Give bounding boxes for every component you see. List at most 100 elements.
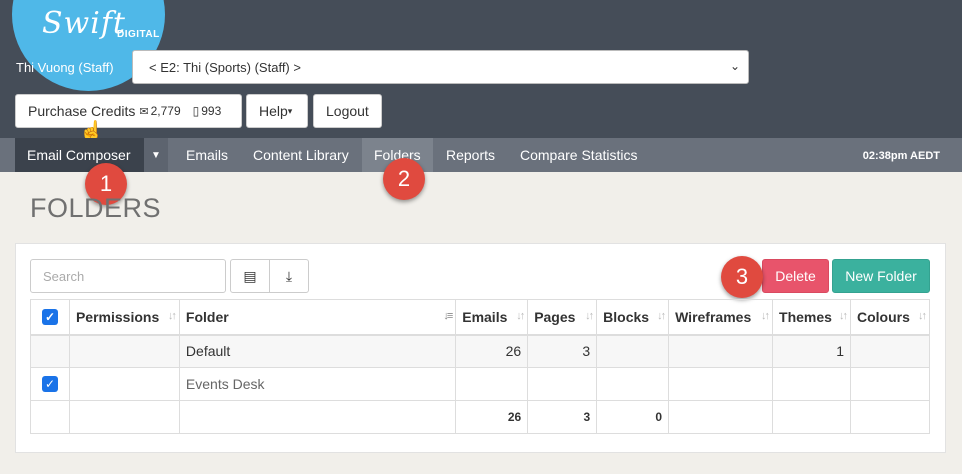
permissions-cell bbox=[68, 367, 180, 401]
download-button[interactable]: ⤓ bbox=[269, 259, 309, 293]
list-view-button[interactable]: ▤ bbox=[230, 259, 270, 293]
col-label: Colours bbox=[857, 308, 910, 325]
search-input[interactable]: Search bbox=[30, 259, 226, 293]
folders-table: ✓ Permissions ↓↑ Folder ↓≡ Emails ↓↑ Pages ↓… bbox=[30, 299, 930, 434]
totals-row: 26 3 0 bbox=[30, 400, 930, 434]
sort-icon: ↓↑ bbox=[918, 310, 927, 322]
row-checkbox-cell[interactable] bbox=[30, 334, 70, 368]
permissions-cell bbox=[68, 334, 180, 368]
folder-cell[interactable]: Events Desk bbox=[178, 367, 457, 401]
account-select-value: < E2: Thi (Sports) (Staff) > bbox=[149, 60, 301, 75]
annotation-badge-3: 3 bbox=[721, 256, 763, 298]
page-title: FOLDERS bbox=[30, 193, 162, 223]
sort-icon: ↓↑ bbox=[761, 310, 770, 322]
logout-button[interactable]: Logout bbox=[313, 94, 382, 128]
delete-button[interactable]: Delete bbox=[762, 259, 829, 293]
select-all-header[interactable]: ✓ bbox=[30, 299, 70, 336]
help-button[interactable]: Help ▾ bbox=[246, 94, 308, 128]
sort-icon: ↓↑ bbox=[585, 310, 594, 322]
totals-empty bbox=[178, 400, 457, 434]
download-icon: ⤓ bbox=[285, 267, 293, 284]
checkbox-icon[interactable]: ✓ bbox=[41, 376, 58, 392]
clock: 02:38pm AEDT bbox=[862, 150, 940, 162]
totals-empty bbox=[668, 400, 774, 434]
sort-icon: ↓≡ bbox=[443, 310, 453, 322]
sort-icon: ↓↑ bbox=[657, 310, 666, 322]
nav-emails[interactable]: Emails bbox=[174, 138, 240, 172]
col-label: Themes bbox=[779, 308, 832, 325]
col-label: Blocks bbox=[603, 308, 650, 325]
logout-label: Logout bbox=[326, 103, 369, 119]
logo-sub: DIGITAL bbox=[117, 29, 160, 40]
row-checkbox-cell[interactable]: ✓ bbox=[30, 367, 70, 401]
col-folder[interactable]: Folder ↓≡ bbox=[178, 299, 457, 336]
colours-cell bbox=[850, 334, 930, 368]
col-pages[interactable]: Pages ↓↑ bbox=[527, 299, 598, 336]
table-header-row: ✓ Permissions ↓↑ Folder ↓≡ Emails ↓↑ Pages ↓… bbox=[30, 299, 930, 336]
nav-label: Reports bbox=[446, 147, 496, 163]
user-label: Thi Vuong (Staff) bbox=[16, 60, 114, 75]
total-emails: 26 bbox=[455, 400, 529, 434]
col-label: Folder bbox=[185, 308, 229, 325]
help-label: Help bbox=[259, 103, 288, 119]
blocks-cell bbox=[596, 334, 670, 368]
main-nav: Email Composer ▼ Emails Content Library … bbox=[0, 138, 962, 172]
totals-empty bbox=[68, 400, 180, 434]
nav-label: Content Library bbox=[253, 147, 349, 163]
select-all-checkbox[interactable]: ✓ bbox=[41, 308, 58, 325]
col-blocks[interactable]: Blocks ↓↑ bbox=[596, 299, 670, 336]
themes-cell bbox=[772, 367, 851, 401]
nav-compare-statistics[interactable]: Compare Statistics bbox=[508, 138, 649, 172]
total-blocks: 0 bbox=[596, 400, 670, 434]
pages-cell bbox=[527, 367, 598, 401]
nav-label: Compare Statistics bbox=[520, 147, 638, 163]
col-emails[interactable]: Emails ↓↑ bbox=[455, 299, 529, 336]
themes-cell: 1 bbox=[772, 334, 851, 368]
sort-icon: ↓↑ bbox=[839, 310, 848, 322]
nav-reports[interactable]: Reports bbox=[434, 138, 507, 172]
nav-label: Emails bbox=[186, 147, 229, 163]
col-label: Permissions bbox=[75, 308, 160, 325]
totals-empty bbox=[850, 400, 930, 434]
totals-empty bbox=[30, 400, 70, 434]
col-label: Wireframes bbox=[675, 308, 752, 325]
col-permissions[interactable]: Permissions ↓↑ bbox=[68, 299, 180, 336]
nav-label: Email Composer bbox=[27, 147, 131, 163]
col-label: Pages bbox=[534, 308, 576, 325]
col-label: Emails bbox=[462, 308, 508, 325]
mobile-icon: ▯ bbox=[192, 104, 200, 118]
chevron-down-icon: ⌄ bbox=[729, 59, 740, 73]
annotation-badge-2: 2 bbox=[383, 158, 425, 200]
email-credits: 2,779 bbox=[150, 104, 181, 118]
total-pages: 3 bbox=[527, 400, 598, 434]
caret-down-icon: ▼ bbox=[151, 149, 161, 161]
table-row[interactable]: Default 26 3 1 bbox=[30, 334, 930, 368]
nav-content-library[interactable]: Content Library bbox=[241, 138, 361, 172]
account-select[interactable]: < E2: Thi (Sports) (Staff) > ⌄ bbox=[132, 50, 749, 84]
sort-icon: ↓↑ bbox=[167, 310, 177, 322]
col-themes[interactable]: Themes ↓↑ bbox=[772, 299, 851, 336]
emails-cell: 26 bbox=[455, 334, 529, 368]
envelope-icon: ✉ bbox=[139, 105, 149, 118]
nav-composer-dropdown[interactable]: ▼ bbox=[144, 138, 168, 172]
caret-down-icon: ▾ bbox=[287, 105, 293, 116]
colours-cell bbox=[850, 367, 930, 401]
purchase-credits-button[interactable]: Purchase Credits ✉ 2,779 ▯ 993 bbox=[15, 94, 242, 128]
table-row[interactable]: ✓ Events Desk bbox=[30, 367, 930, 401]
sms-credits: 993 bbox=[201, 104, 222, 118]
nav-email-composer[interactable]: Email Composer bbox=[15, 138, 144, 172]
pages-cell: 3 bbox=[527, 334, 598, 368]
emails-cell bbox=[455, 367, 529, 401]
col-wireframes[interactable]: Wireframes ↓↑ bbox=[668, 299, 774, 336]
new-folder-button[interactable]: New Folder bbox=[832, 259, 930, 293]
logo-script: Swift bbox=[42, 6, 126, 41]
wireframes-cell bbox=[668, 334, 774, 368]
list-icon: ▤ bbox=[243, 267, 257, 284]
col-colours[interactable]: Colours ↓↑ bbox=[850, 299, 930, 336]
wireframes-cell bbox=[668, 367, 774, 401]
folder-cell[interactable]: Default bbox=[178, 334, 457, 368]
blocks-cell bbox=[596, 367, 670, 401]
purchase-credits-label: Purchase Credits bbox=[28, 103, 136, 119]
totals-empty bbox=[772, 400, 851, 434]
sort-icon: ↓↑ bbox=[516, 310, 525, 322]
